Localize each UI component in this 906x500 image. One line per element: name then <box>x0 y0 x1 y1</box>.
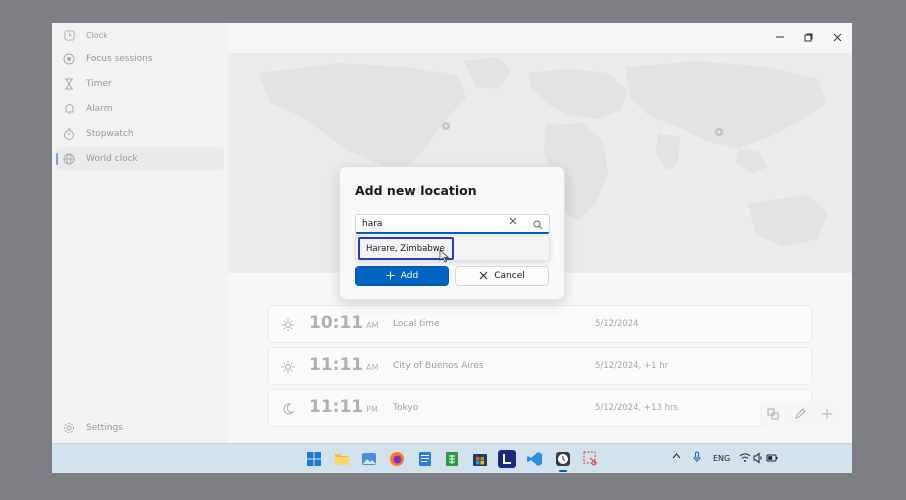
start-button[interactable] <box>305 450 323 468</box>
compare-button[interactable] <box>767 408 779 423</box>
close-icon <box>833 33 841 41</box>
taskbar-spreadsheet[interactable] <box>443 450 461 468</box>
network-volume-battery-icons <box>739 452 778 464</box>
windows-icon <box>307 452 321 466</box>
sun-icon <box>282 361 294 373</box>
taskbar-l-app[interactable] <box>498 450 516 468</box>
restore-icon <box>804 33 812 41</box>
sidebar-item-label: Settings <box>86 423 123 433</box>
location-pin-icon <box>715 128 723 136</box>
globe-icon <box>62 152 76 166</box>
active-app-indicator <box>559 470 567 472</box>
mouse-cursor-icon <box>439 249 449 263</box>
edit-button[interactable] <box>794 407 806 423</box>
clock-date: 5/12/2024 <box>595 319 639 329</box>
focus-icon <box>62 52 76 66</box>
photos-icon <box>362 453 376 465</box>
minimize-button[interactable] <box>770 29 790 45</box>
clock-app-window: Clock Focus sessions Timer Alarm Stopwat… <box>52 23 852 443</box>
sidebar-item-settings[interactable]: Settings <box>56 416 224 440</box>
clock-icon <box>556 452 570 466</box>
world-clock-card[interactable]: 11:11 PM Tokyo 5/12/2024, +13 hrs <box>268 389 812 427</box>
clock-date: 5/12/2024, +1 hr <box>595 361 669 371</box>
location-search-box <box>355 214 550 234</box>
bell-icon <box>62 102 76 116</box>
world-clock-card[interactable]: 10:11 AM Local time 5/12/2024 <box>268 305 812 343</box>
sidebar-item-alarm[interactable]: Alarm <box>56 97 224 121</box>
taskbar-snipping-tool[interactable] <box>582 450 600 468</box>
sidebar-item-world-clock[interactable]: World clock <box>56 147 224 171</box>
cancel-button[interactable]: Cancel <box>455 266 549 286</box>
close-icon <box>509 217 517 225</box>
compare-icon <box>767 408 779 419</box>
clock-city: Local time <box>393 319 440 329</box>
microphone-icon <box>693 451 701 462</box>
stopwatch-icon <box>62 127 76 141</box>
plus-icon <box>386 270 395 283</box>
taskbar-store[interactable] <box>471 450 489 468</box>
sidebar-item-label: Alarm <box>86 104 113 114</box>
code-editor-icon <box>527 452 542 466</box>
suggestion-list: Harare, Zimbabwe <box>355 235 550 261</box>
close-button[interactable] <box>827 29 847 45</box>
clock-city: Tokyo <box>393 403 419 413</box>
store-icon <box>473 454 487 466</box>
add-button[interactable]: Add <box>355 266 449 286</box>
microphone-button[interactable] <box>693 451 701 465</box>
clear-search-button[interactable] <box>509 217 517 228</box>
sidebar-item-label: Focus sessions <box>86 54 153 64</box>
sidebar-item-stopwatch[interactable]: Stopwatch <box>56 122 224 146</box>
letter-l-icon <box>503 454 511 464</box>
taskbar-clock[interactable] <box>554 450 572 468</box>
taskbar-notepad[interactable] <box>416 450 434 468</box>
sidebar-item-timer[interactable]: Timer <box>56 72 224 96</box>
close-icon <box>479 270 488 283</box>
taskbar-vscode[interactable] <box>526 450 544 468</box>
clock-icon <box>62 28 76 42</box>
chevron-up-icon <box>672 453 681 459</box>
gear-icon <box>62 421 76 435</box>
add-clock-button[interactable] <box>821 408 833 423</box>
language-indicator[interactable]: ENG <box>713 454 730 463</box>
taskbar-firefox[interactable] <box>388 450 406 468</box>
sidebar-item-label: Timer <box>86 79 112 89</box>
quick-settings-button[interactable] <box>739 452 779 466</box>
world-clock-card[interactable]: 11:11 AM City of Buenos Aires 5/12/2024, … <box>268 347 812 385</box>
clock-time: 10:11 AM <box>309 313 379 333</box>
taskbar: ENG <box>52 443 852 473</box>
clock-date: 5/12/2024, +13 hrs <box>595 403 678 413</box>
folder-icon <box>335 454 349 465</box>
sidebar-item-label: Clock <box>86 30 108 40</box>
location-pin-icon <box>442 122 450 130</box>
clock-time: 11:11 AM <box>309 355 379 375</box>
notepad-icon <box>419 452 431 466</box>
taskbar-photos[interactable] <box>360 450 378 468</box>
sidebar: Clock Focus sessions Timer Alarm Stopwat… <box>52 23 228 443</box>
add-location-dialog: Add new location Harare, Zimbabwe Add Ca… <box>339 166 565 300</box>
sidebar-item-focus-sessions[interactable]: Focus sessions <box>56 47 224 71</box>
restore-button[interactable] <box>798 29 818 45</box>
sidebar-item-label: World clock <box>86 154 138 164</box>
scissors-icon <box>583 451 597 466</box>
clock-actions-toolbar <box>760 401 840 429</box>
search-icon[interactable] <box>532 219 544 231</box>
location-search-input[interactable] <box>362 217 502 231</box>
taskbar-file-explorer[interactable] <box>333 450 351 468</box>
clock-time: 11:11 PM <box>309 397 378 417</box>
spreadsheet-icon <box>446 452 458 466</box>
moon-icon <box>283 403 295 415</box>
plus-icon <box>821 408 832 419</box>
sun-icon <box>282 319 294 331</box>
hourglass-icon <box>62 77 76 91</box>
minimize-icon <box>776 36 784 38</box>
sidebar-item-label: Stopwatch <box>86 129 134 139</box>
show-hidden-icons-button[interactable] <box>672 452 681 461</box>
dialog-title: Add new location <box>355 183 477 198</box>
firefox-icon <box>390 452 404 466</box>
pencil-icon <box>795 407 806 419</box>
clock-city: City of Buenos Aires <box>393 361 484 371</box>
sidebar-item-clock[interactable]: Clock <box>56 23 224 47</box>
